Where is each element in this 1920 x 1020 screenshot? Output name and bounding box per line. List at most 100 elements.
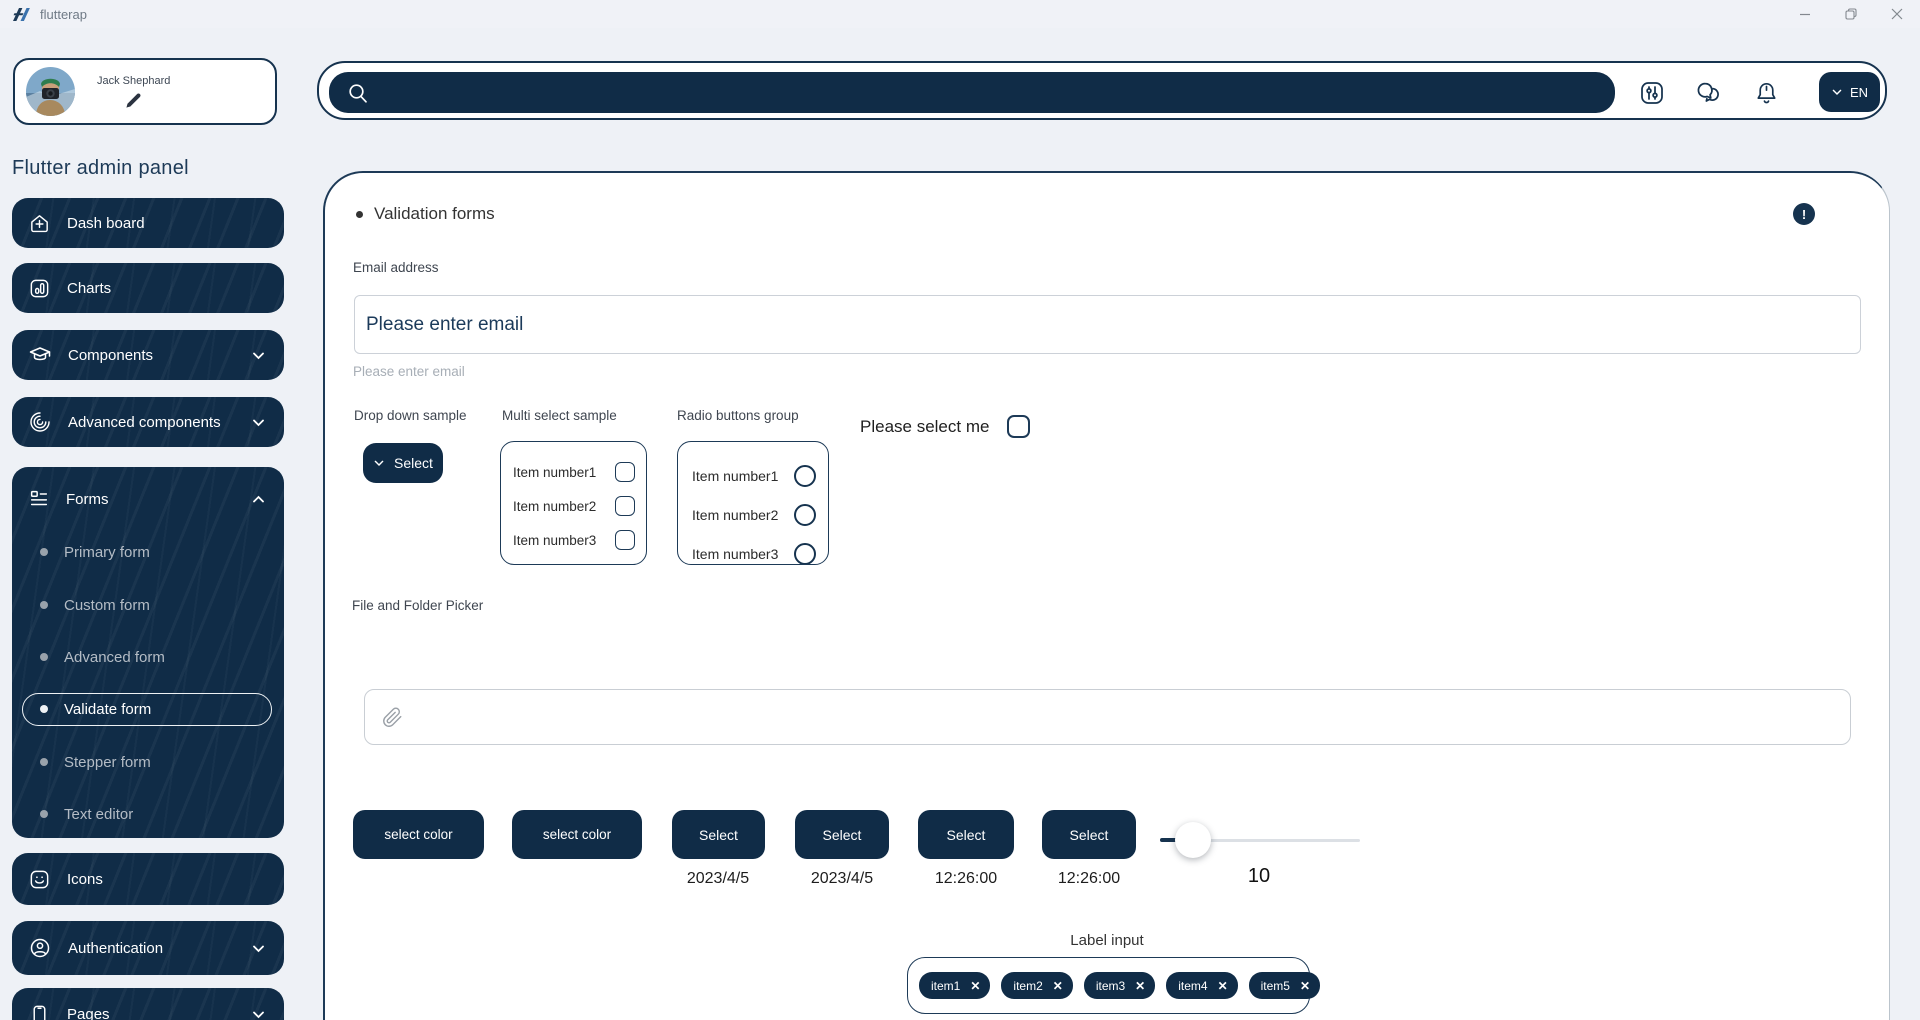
bullet-icon [40,653,48,661]
file-picker-input[interactable] [364,689,1851,745]
app-window: flutterap Jack Shephard Flutter admin pa… [0,0,1920,1020]
sidebar-item-label: Charts [67,279,112,297]
sidebar-item-pages[interactable]: Pages [12,988,284,1020]
checkbox-item3[interactable] [615,530,635,550]
sidebar-item-text-editor[interactable]: Text editor [12,799,284,829]
chevron-down-icon [251,1007,266,1020]
email-field[interactable] [354,295,1861,354]
time-value-1: 12:26:00 [934,870,998,887]
date-picker-button-1[interactable]: Select [672,810,765,859]
titlebar: flutterap [0,0,1920,28]
color-picker-button-2[interactable]: select color [512,810,642,859]
notifications-bell-icon[interactable] [1749,76,1783,110]
time-picker-button-2[interactable]: Select [1042,810,1136,859]
date-value-1: 2023/4/5 [686,870,750,887]
bullet-icon [40,758,48,766]
language-selector[interactable]: EN [1819,72,1880,112]
search-input[interactable] [329,72,1615,113]
multiselect-option: Item number2 [513,489,635,523]
radio-item3[interactable] [794,542,816,564]
multiselect-option: Item number3 [513,523,635,557]
chip-close-icon[interactable]: ✕ [1300,980,1310,992]
bullet-icon [356,210,363,218]
close-button[interactable] [1874,0,1920,28]
pages-icon [28,1003,51,1020]
slider-thumb[interactable] [1175,822,1211,858]
time-picker-button-1[interactable]: Select [918,810,1014,859]
restore-button[interactable] [1828,0,1874,28]
sidebar-item-label: Pages [67,1005,110,1020]
multiselect-option: Item number1 [513,455,635,489]
radio-item2[interactable] [794,503,816,526]
profile-card: Jack Shephard [13,58,277,125]
forms-icon [28,488,50,510]
edit-profile-icon[interactable] [125,92,142,109]
graduation-cap-icon [28,343,52,367]
chip-item5[interactable]: item5 ✕ [1248,972,1321,999]
sidebar-item-label: Dash board [67,214,145,232]
sidebar-item-label: Icons [67,870,103,888]
file-picker-label: File and Folder Picker [352,598,484,613]
sidebar-item-stepper-form[interactable]: Stepper form [12,747,284,777]
email-helper-text: Please enter email [353,364,465,379]
bullet-icon [40,810,48,818]
time-value-2: 12:26:00 [1057,870,1121,887]
sidebar-item-label: Components [68,346,154,364]
sidebar-item-advanced-form[interactable]: Advanced form [12,642,284,672]
radio-option: Item number2 [692,495,816,534]
chevron-down-icon [251,348,266,363]
sidebar-item-components[interactable]: Components [12,330,284,380]
chip-item3[interactable]: item3 ✕ [1083,972,1156,999]
spiral-icon [28,410,52,434]
chevron-up-icon [251,492,266,507]
sidebar-item-custom-form[interactable]: Custom form [12,590,284,620]
sidebar-item-forms[interactable]: Forms [12,477,284,521]
bullet-icon [40,548,48,556]
dropdown-select-button[interactable]: Select [363,443,443,483]
messages-icon[interactable] [1692,76,1726,110]
paperclip-icon [382,707,403,728]
chevron-down-icon [251,415,266,430]
checkbox-item1[interactable] [615,462,635,482]
sidebar-item-validate-form[interactable]: Validate form [12,694,284,724]
checkbox-item2[interactable] [615,496,635,516]
sidebar-item-authentication[interactable]: Authentication [12,921,284,975]
chip-item2[interactable]: item2 ✕ [1001,972,1073,999]
minimize-button[interactable] [1782,0,1828,28]
validation-forms-card: Validation forms ! Email address Please … [323,171,1890,1020]
sidebar-item-charts[interactable]: Charts [12,263,284,313]
slider[interactable] [1160,822,1360,858]
color-picker-button-1[interactable]: select color [353,810,484,859]
info-alert-icon[interactable]: ! [1793,203,1815,225]
chip-item1[interactable]: item1 ✕ [919,972,991,999]
chip-item4[interactable]: item4 ✕ [1166,972,1238,999]
settings-sliders-icon[interactable] [1635,76,1669,110]
sidebar-item-dashboard[interactable]: Dash board [12,198,284,248]
radio-group-box: Item number1 Item number2 Item number3 [677,441,829,565]
chip-close-icon[interactable]: ✕ [1218,980,1228,992]
date-value-2: 2023/4/5 [810,870,874,887]
sidebar-item-primary-form[interactable]: Primary form [12,537,284,567]
app-title: flutterap [40,6,87,22]
sidebar-item-label: Authentication [68,939,164,957]
chip-close-icon[interactable]: ✕ [1135,980,1145,992]
multiselect-label: Multi select sample [502,408,617,423]
radio-option: Item number3 [692,534,816,564]
sidebar-item-icons[interactable]: Icons [12,853,284,905]
page-title: Validation forms [356,204,495,224]
profile-name: Jack Shephard [97,74,171,87]
chevron-down-icon [373,457,385,469]
chevron-down-icon [251,941,266,956]
slider-value: 10 [1247,865,1271,887]
select-me-label: Please select me [860,416,990,436]
label-input-box[interactable]: item1 ✕ item2 ✕ item3 ✕ item4 ✕ item5 ✕ [907,957,1321,1014]
sidebar-item-label: Advanced components [68,413,221,431]
chip-close-icon[interactable]: ✕ [1053,980,1063,992]
sidebar-item-label: Forms [66,490,109,508]
sidebar-item-advanced-components[interactable]: Advanced components [12,397,284,447]
select-me-checkbox[interactable] [1007,415,1031,438]
chip-close-icon[interactable]: ✕ [970,980,980,992]
radio-item1[interactable] [794,464,816,487]
email-label: Email address [353,260,439,275]
date-picker-button-2[interactable]: Select [795,810,889,859]
